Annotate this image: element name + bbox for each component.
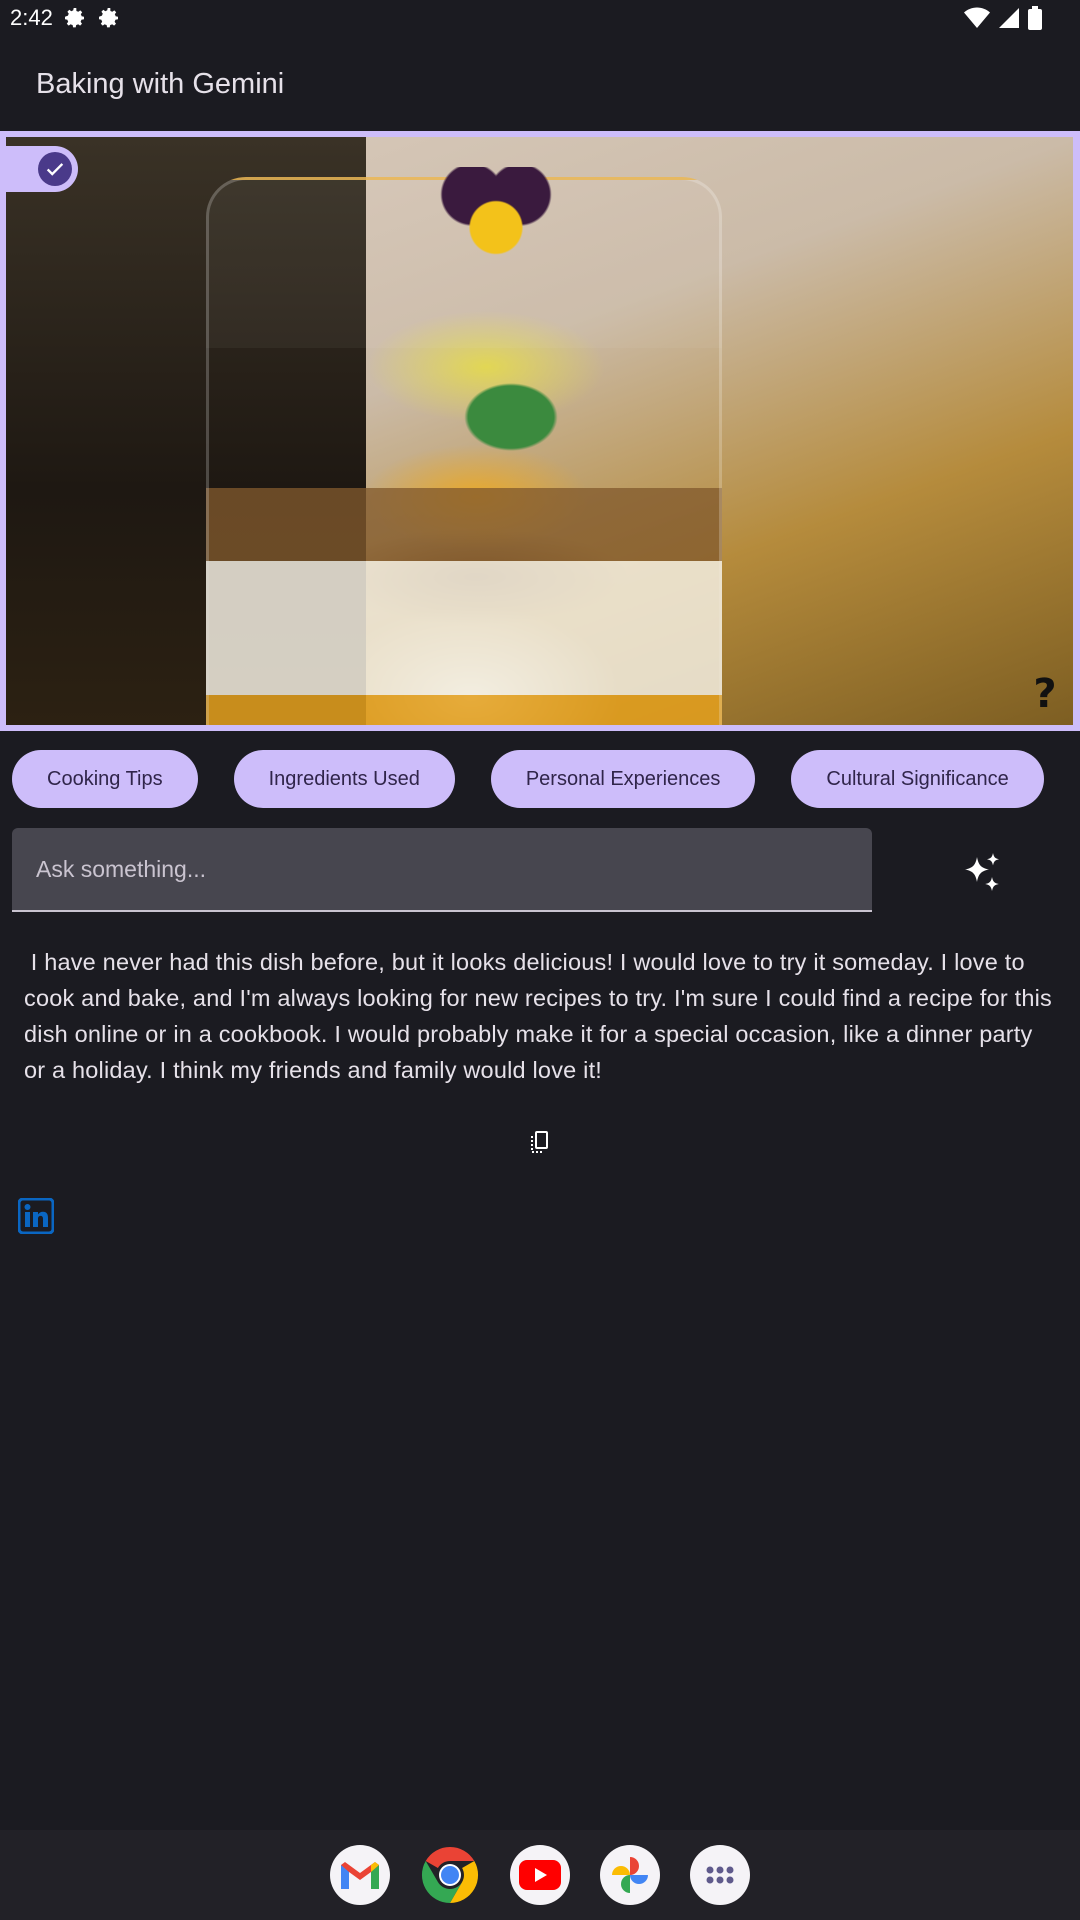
- mint-leaf: [456, 377, 566, 457]
- battery-icon: [1028, 6, 1042, 30]
- toggle-knob: [38, 152, 72, 186]
- edible-flower: [436, 167, 556, 277]
- status-time: 2:42: [10, 5, 53, 30]
- top-app-bar: Baking with Gemini: [0, 36, 1080, 132]
- generate-button[interactable]: [950, 840, 1016, 906]
- chip-ingredients-used[interactable]: Ingredients Used: [233, 750, 455, 808]
- dock-gmail[interactable]: [330, 1845, 390, 1905]
- wifi-icon: [964, 7, 990, 28]
- app-title: Baking with Gemini: [36, 67, 285, 100]
- chip-cultural-significance[interactable]: Cultural Significance: [791, 750, 1044, 808]
- app-drawer-icon: [706, 1866, 734, 1884]
- gemini-response: I have never had this dish before, but i…: [24, 949, 1059, 1083]
- status-right: [964, 6, 1042, 30]
- dock-chrome[interactable]: [420, 1845, 480, 1905]
- youtube-icon: [519, 1860, 561, 1890]
- image-select-toggle[interactable]: [0, 146, 78, 192]
- dock-youtube[interactable]: [510, 1845, 570, 1905]
- copy-icon: [531, 1131, 548, 1153]
- check-icon: [46, 163, 64, 176]
- signal-icon: [999, 8, 1019, 28]
- chip-personal-experiences[interactable]: Personal Experiences: [490, 750, 756, 808]
- gear-icon: [98, 8, 118, 28]
- gear-icon: [64, 8, 84, 28]
- linkedin-icon: [17, 1197, 55, 1235]
- status-bar: 2:42: [0, 0, 1080, 36]
- status-left: 2:42: [10, 5, 121, 31]
- dock-app-drawer[interactable]: [690, 1845, 750, 1905]
- ask-input[interactable]: [12, 828, 872, 912]
- suggestion-chips: Cooking Tips Ingredients Used Personal E…: [12, 750, 1080, 810]
- gmail-icon: [341, 1862, 379, 1889]
- chip-cooking-tips[interactable]: Cooking Tips: [12, 750, 198, 808]
- help-icon[interactable]: ?: [1030, 672, 1060, 716]
- app-dock: [0, 1830, 1080, 1920]
- sparkle-icon: [965, 853, 999, 891]
- copy-button[interactable]: [528, 1130, 550, 1156]
- dessert-image-card[interactable]: [0, 131, 1080, 731]
- chrome-icon: [421, 1847, 479, 1903]
- photos-icon: [612, 1857, 648, 1893]
- dock-photos[interactable]: [600, 1845, 660, 1905]
- linkedin-share-button[interactable]: [17, 1197, 55, 1235]
